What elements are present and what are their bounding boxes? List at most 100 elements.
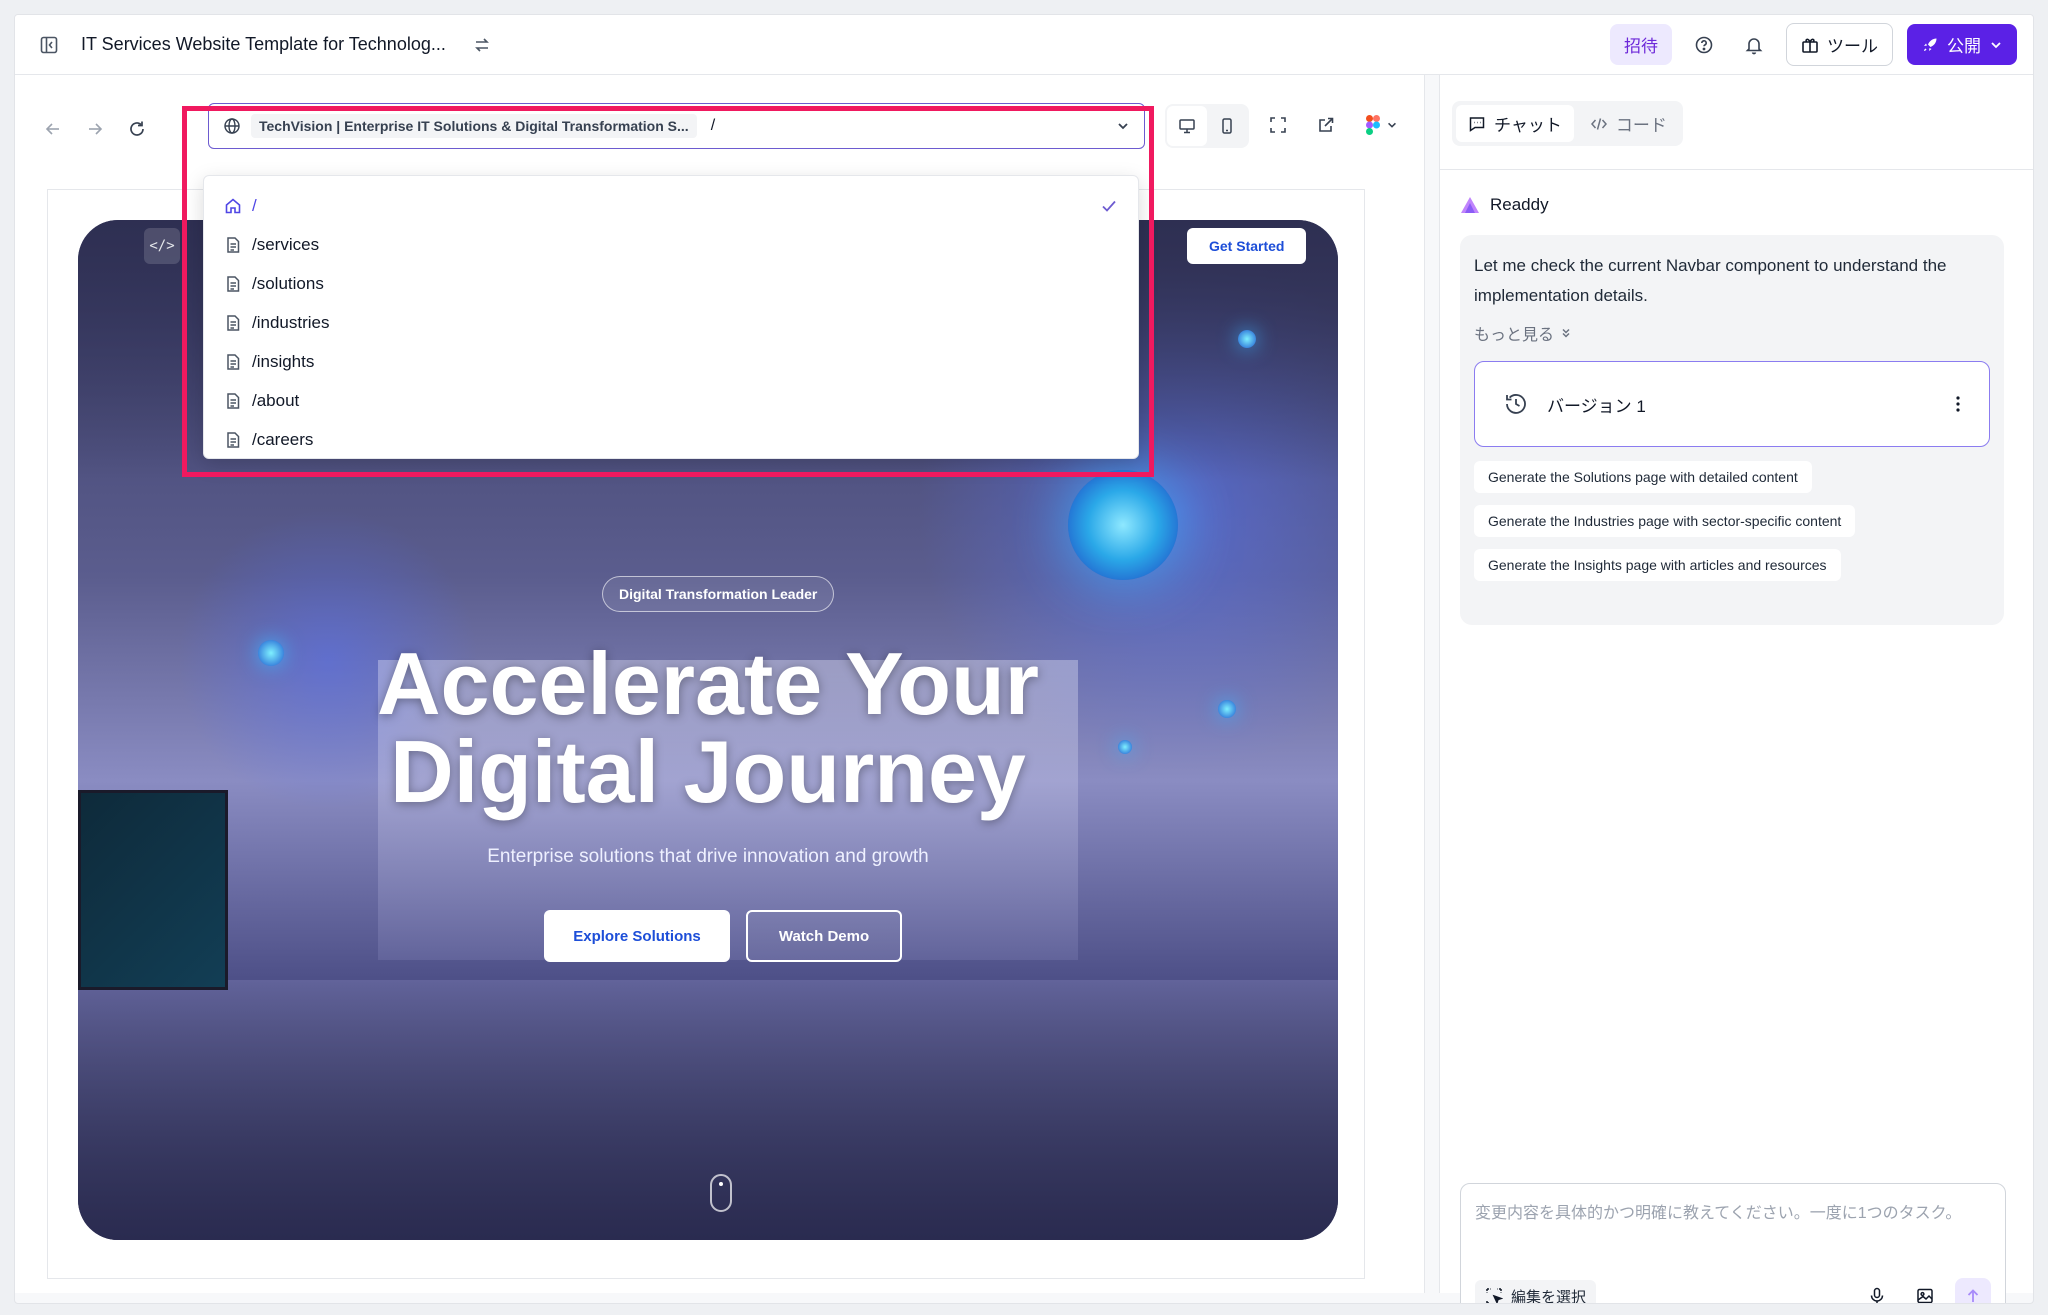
site-title: TechVision | Enterprise IT Solutions & D… xyxy=(251,114,697,138)
send-button[interactable] xyxy=(1955,1278,1991,1303)
document-icon xyxy=(227,236,240,253)
route-item-industries[interactable]: /industries xyxy=(204,303,1138,342)
network-globe-graphic xyxy=(1068,470,1178,580)
image-upload-icon[interactable] xyxy=(1907,1278,1943,1303)
open-external-icon[interactable] xyxy=(1308,107,1344,143)
hero-heading-line2: Digital Journey xyxy=(390,722,1026,821)
show-more-label: もっと見る xyxy=(1474,327,1555,344)
publish-label: 公開 xyxy=(1947,37,1981,56)
publish-button[interactable]: 公開 xyxy=(1907,24,2017,65)
route-item-home[interactable]: / xyxy=(204,186,1138,225)
hero-heading: Accelerate Your Digital Journey xyxy=(78,640,1338,816)
route-dropdown: / /services /solutions /industries /insi… xyxy=(203,175,1139,459)
composer-placeholder[interactable]: 変更内容を具体的かつ明確に教えてください。一度に1つのタスク。 xyxy=(1475,1200,1991,1228)
divider xyxy=(1440,169,2033,170)
chat-composer[interactable]: 変更内容を具体的かつ明確に教えてください。一度に1つのタスク。 編集を選択 xyxy=(1460,1183,2006,1304)
document-icon xyxy=(227,314,240,331)
chat-panel: チャット コード Readdy Let me check the current… xyxy=(1439,75,2033,1303)
version-card[interactable]: バージョン 1 xyxy=(1474,361,1990,447)
invite-button[interactable]: 招待 xyxy=(1610,24,1672,65)
globe-icon xyxy=(224,118,240,134)
check-icon xyxy=(1102,200,1116,212)
hero-badge: Digital Transformation Leader xyxy=(602,576,835,612)
composer-toolbar: 編集を選択 xyxy=(1475,1278,1991,1304)
chevron-down-icon xyxy=(1991,41,2001,48)
network-node-graphic xyxy=(1238,330,1256,348)
bell-icon[interactable] xyxy=(1736,27,1772,63)
chevron-down-icon xyxy=(1388,122,1396,128)
chat-bubble-icon xyxy=(1469,116,1485,132)
more-options-icon[interactable] xyxy=(1955,395,1961,413)
route-label: /insights xyxy=(252,351,315,371)
suggestion-chip[interactable]: Generate the Insights page with articles… xyxy=(1474,549,1841,581)
route-item-services[interactable]: /services xyxy=(204,225,1138,264)
hero-heading-line1: Accelerate Your xyxy=(377,634,1039,733)
project-title[interactable]: IT Services Website Template for Technol… xyxy=(81,34,446,55)
hero-monitor-image xyxy=(78,790,228,990)
route-selector[interactable]: TechVision | Enterprise IT Solutions & D… xyxy=(208,103,1145,149)
route-label: /industries xyxy=(252,312,330,332)
home-icon xyxy=(225,197,241,213)
current-path: / xyxy=(710,117,716,134)
chevron-down-icon xyxy=(1118,123,1128,130)
figma-icon xyxy=(1366,115,1380,135)
reload-icon[interactable] xyxy=(119,111,155,147)
route-item-careers[interactable]: /careers xyxy=(204,420,1138,459)
assistant-name: Readdy xyxy=(1490,195,1549,214)
code-icon xyxy=(1590,117,1607,130)
tab-chat-label: チャット xyxy=(1494,116,1562,135)
tools-label: ツール xyxy=(1827,37,1878,56)
select-cursor-icon xyxy=(1486,1288,1503,1303)
history-icon xyxy=(1506,394,1526,414)
tab-code-label: コード xyxy=(1615,116,1667,135)
device-toggle xyxy=(1165,104,1249,148)
route-label: /about xyxy=(252,390,300,410)
hero-subheading: Enterprise solutions that drive innovati… xyxy=(487,846,929,867)
fullscreen-icon[interactable] xyxy=(1260,107,1296,143)
chat-tabs: チャット コード xyxy=(1452,101,1683,146)
microphone-icon[interactable] xyxy=(1859,1278,1895,1303)
explore-solutions-button[interactable]: Explore Solutions xyxy=(544,910,730,962)
select-edit-label: 編集を選択 xyxy=(1511,1288,1587,1304)
document-icon xyxy=(227,431,240,448)
suggestion-chip[interactable]: Generate the Solutions page with detaile… xyxy=(1474,461,1812,493)
document-icon xyxy=(227,392,240,409)
code-toggle-button[interactable]: </> xyxy=(144,228,180,264)
route-label: /solutions xyxy=(252,273,324,293)
select-edit-button[interactable]: 編集を選択 xyxy=(1475,1279,1597,1304)
route-label: / xyxy=(252,195,257,215)
assistant-message-card: Let me check the current Navbar componen… xyxy=(1460,235,2004,625)
tab-code[interactable]: コード xyxy=(1578,105,1679,142)
figma-export-button[interactable] xyxy=(1366,115,1398,135)
arrow-up-icon xyxy=(1967,1289,1979,1302)
help-icon[interactable] xyxy=(1686,27,1722,63)
show-more-link[interactable]: もっと見る xyxy=(1474,321,1990,345)
gift-icon xyxy=(1802,38,1818,53)
watch-demo-button[interactable]: Watch Demo xyxy=(746,910,902,962)
desktop-view-icon[interactable] xyxy=(1167,106,1207,146)
readdy-logo-icon xyxy=(1461,197,1479,213)
tab-chat[interactable]: チャット xyxy=(1456,105,1574,142)
route-label: /services xyxy=(252,234,320,254)
double-chevron-down-icon xyxy=(1562,328,1570,338)
assistant-header: Readdy xyxy=(1460,195,1549,215)
app-window: IT Services Website Template for Technol… xyxy=(14,14,2034,1304)
tools-button[interactable]: ツール xyxy=(1786,23,1893,66)
route-label: /careers xyxy=(252,429,314,449)
assistant-message: Let me check the current Navbar componen… xyxy=(1474,256,1947,305)
scroll-indicator-icon xyxy=(710,1174,732,1212)
route-item-solutions[interactable]: /solutions xyxy=(204,264,1138,303)
back-arrow-icon[interactable] xyxy=(35,111,71,147)
get-started-button[interactable]: Get Started xyxy=(1187,228,1307,264)
document-icon xyxy=(227,275,240,292)
sidebar-toggle-icon[interactable] xyxy=(31,27,67,63)
preview-toolbar: TechVision | Enterprise IT Solutions & D… xyxy=(35,101,1415,157)
hero-floor xyxy=(78,980,1338,1240)
switch-project-icon[interactable] xyxy=(464,27,500,63)
route-item-insights[interactable]: /insights xyxy=(204,342,1138,381)
route-item-about[interactable]: /about xyxy=(204,381,1138,420)
top-bar: IT Services Website Template for Technol… xyxy=(15,15,2033,75)
mobile-view-icon[interactable] xyxy=(1207,106,1247,146)
forward-arrow-icon[interactable] xyxy=(77,111,113,147)
suggestion-chip[interactable]: Generate the Industries page with sector… xyxy=(1474,505,1856,537)
